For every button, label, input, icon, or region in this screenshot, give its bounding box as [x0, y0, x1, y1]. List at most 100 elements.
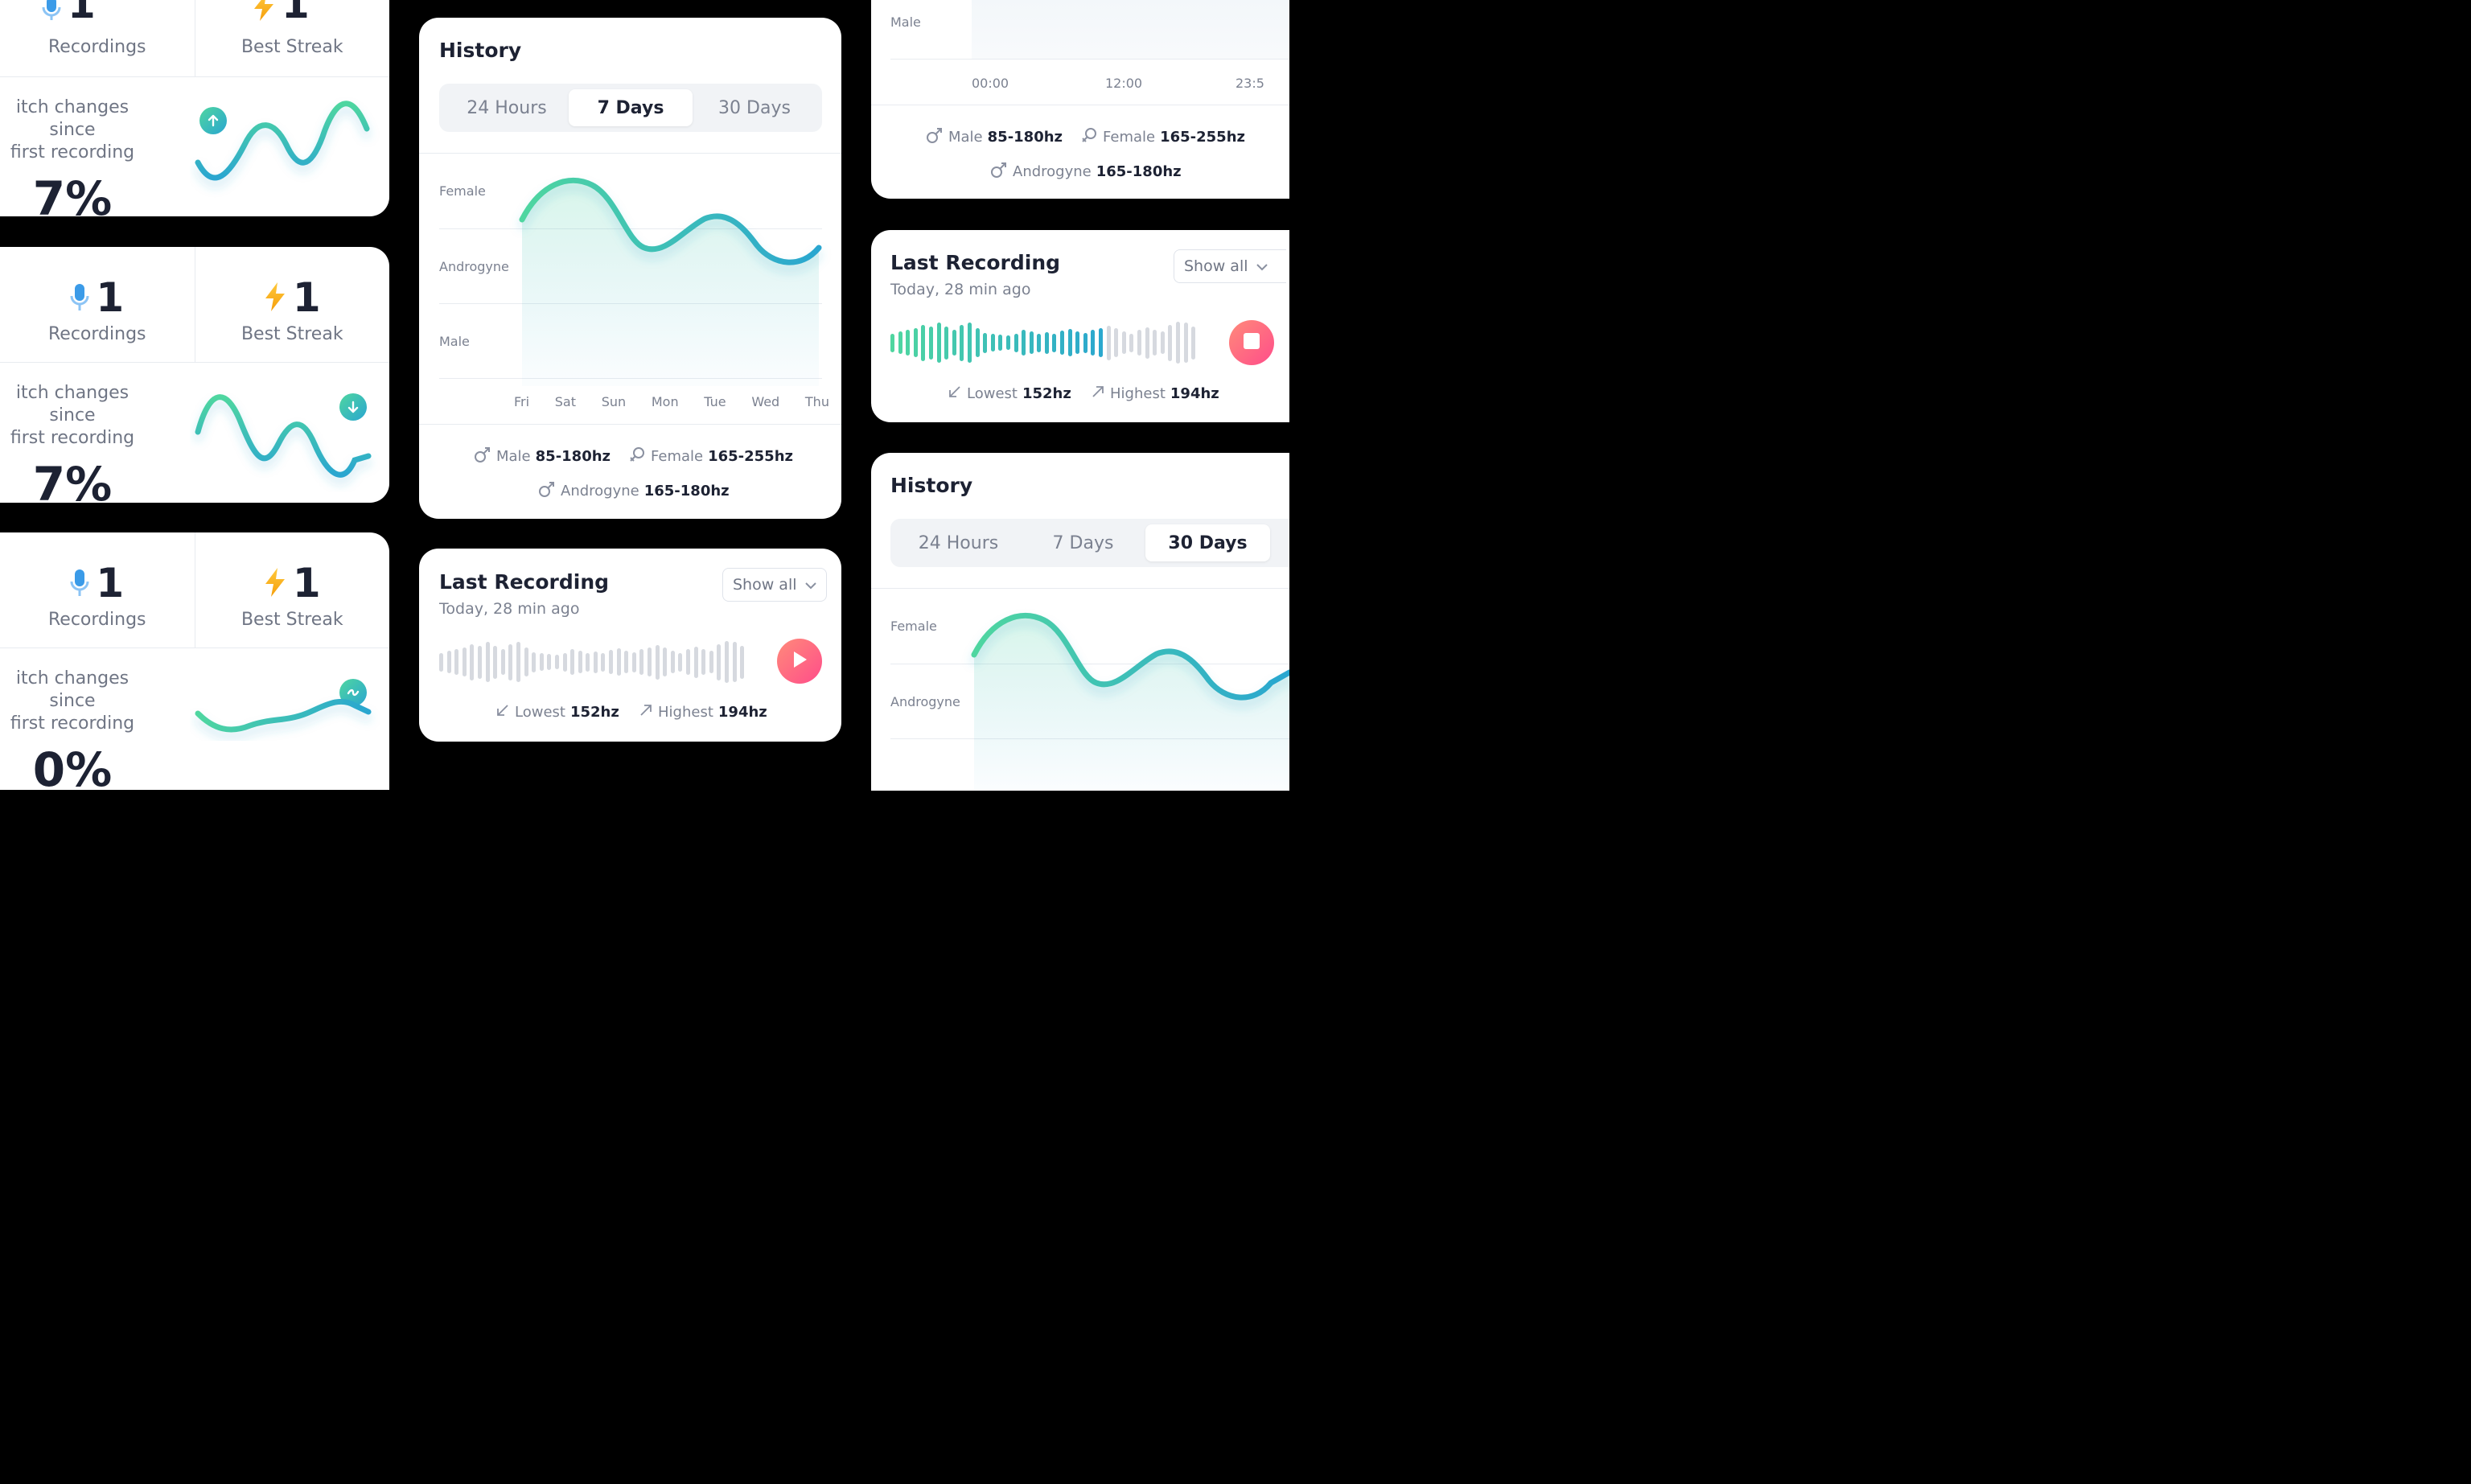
- waveform-bar: [952, 330, 956, 356]
- legend-male: Male 85-180hz: [474, 446, 611, 467]
- show-all-label: Show all: [1184, 257, 1248, 275]
- legend-female: Female 165-255hz: [1080, 126, 1245, 148]
- waveform-bar: [678, 652, 683, 672]
- pitch-label-line1: itch changes since: [15, 97, 130, 140]
- history-card: History 24 Hours 7 Days 30 Days Female A…: [419, 18, 841, 519]
- show-all-dropdown[interactable]: Show all: [722, 568, 827, 602]
- androgyne-icon: [990, 161, 1008, 183]
- waveform-bar: [578, 651, 582, 673]
- waveform-bar: [493, 645, 498, 679]
- pitch-label-line2: first recording: [10, 428, 135, 448]
- waveform-bar: [547, 654, 552, 670]
- play-button[interactable]: [777, 639, 822, 684]
- legend-male: Male 85-180hz: [926, 126, 1063, 148]
- waveform-bar: [1145, 327, 1149, 359]
- waveform-bar: [1137, 330, 1141, 356]
- recordings-stat[interactable]: 1 Recordings: [0, 247, 195, 362]
- waveform-bar: [639, 649, 644, 675]
- streak-count-row: 1: [264, 563, 321, 603]
- recordings-count: 1: [96, 274, 125, 321]
- divider: [419, 424, 841, 425]
- waveform-bar: [631, 652, 636, 672]
- waveform-bar: [1129, 333, 1134, 352]
- waveform-bar: [1060, 331, 1065, 355]
- waveform-bar: [1052, 333, 1057, 352]
- tab-24-hours[interactable]: 24 Hours: [896, 524, 1021, 561]
- stats-card-2: 1 Recordings 1 Best Streak itch changes …: [0, 247, 389, 503]
- history-card-24h: Male 00:00 12:00 23:5 Male 85-180hz Fema…: [871, 0, 1289, 199]
- last-recording-time: Today, 28 min ago: [890, 281, 1031, 298]
- waveform-bar: [1099, 328, 1104, 357]
- waveform-bar: [1067, 329, 1072, 356]
- waveform-bar: [1013, 333, 1018, 352]
- streak-count: 1: [292, 274, 321, 321]
- waveform-bar: [539, 653, 544, 671]
- waveform-bar: [1160, 331, 1165, 354]
- waveform-bar: [616, 648, 621, 676]
- lowest-pitch: Lowest 152hz: [495, 703, 619, 721]
- legend-range: 165-255hz: [708, 448, 794, 465]
- stats-card-3: 1 Recordings 1 Best Streak itch changes …: [0, 532, 389, 790]
- recordings-stat[interactable]: Recordings: [0, 0, 195, 76]
- x-label: Fri: [514, 394, 530, 409]
- play-icon: [791, 651, 808, 672]
- legend-label: Male: [948, 129, 983, 146]
- recordings-label: Recordings: [48, 610, 146, 630]
- tab-24-hours[interactable]: 24 Hours: [445, 89, 569, 126]
- history-chart: [519, 177, 822, 386]
- waveform[interactable]: [439, 639, 745, 684]
- lowest-value: 152hz: [569, 704, 619, 721]
- waveform-bar: [508, 643, 513, 680]
- waveform-bar: [554, 655, 559, 669]
- best-streak-stat[interactable]: 1 Best Streak: [194, 532, 390, 647]
- waveform-bar: [648, 647, 652, 676]
- tab-7-days[interactable]: 7 Days: [1021, 524, 1145, 561]
- arrow-up-right-icon: [1091, 384, 1105, 403]
- waveform-bar: [1044, 331, 1049, 354]
- waveform-bar: [990, 334, 995, 351]
- gridline: [890, 59, 1289, 60]
- waveform-bar: [898, 331, 902, 354]
- last-recording-title: Last Recording: [890, 251, 1061, 274]
- waveform-bar: [1029, 331, 1034, 354]
- pitch-change: itch changes since first recording 0%: [0, 668, 149, 790]
- show-all-label: Show all: [733, 576, 797, 594]
- x-label: Wed: [751, 394, 780, 409]
- stop-button[interactable]: [1229, 320, 1274, 365]
- waveform-bar: [1191, 326, 1196, 360]
- waveform[interactable]: [890, 320, 1196, 365]
- legend-label: Female: [651, 448, 704, 465]
- legend-label: Androgyne: [1013, 163, 1092, 180]
- pitch-value: 7%: [32, 171, 113, 216]
- legend-range: 85-180hz: [987, 129, 1063, 146]
- recordings-stat[interactable]: 1 Recordings: [0, 532, 195, 647]
- history-title: History: [439, 39, 522, 62]
- waveform-bar: [670, 651, 675, 673]
- tab-30-days[interactable]: 30 Days: [693, 89, 816, 126]
- tab-7-days[interactable]: 7 Days: [569, 89, 693, 126]
- recordings-count: 1: [68, 0, 96, 27]
- legend-label: Androgyne: [561, 483, 639, 499]
- microphone-icon: [70, 563, 89, 603]
- last-recording-time: Today, 28 min ago: [439, 600, 580, 618]
- microphone-icon: [42, 0, 61, 24]
- recordings-count-row: 1: [70, 277, 124, 318]
- chevron-down-icon: [804, 576, 816, 594]
- history-title: History: [890, 474, 973, 497]
- waveform-bar: [1037, 333, 1042, 352]
- pitch-sparkline: [195, 101, 370, 181]
- show-all-dropdown[interactable]: Show all: [1174, 249, 1286, 283]
- waveform-bar: [709, 651, 713, 673]
- tab-30-days[interactable]: 30 Days: [1145, 524, 1270, 561]
- recordings-count-row: 1: [70, 563, 124, 603]
- best-streak-stat[interactable]: 1 Best Streak: [194, 247, 390, 362]
- waveform-bar: [975, 328, 980, 357]
- lowest-value: 152hz: [1022, 385, 1071, 402]
- arrow-up-right-icon: [639, 703, 653, 721]
- stats-card-1: Recordings Best Streak 1 1 itch changes …: [0, 0, 389, 216]
- x-label: 00:00: [972, 76, 1009, 91]
- legend-range: 85-180hz: [535, 448, 611, 465]
- legend-female: Female 165-255hz: [628, 446, 793, 467]
- waveform-bar: [960, 324, 964, 361]
- waveform-bar: [593, 651, 598, 673]
